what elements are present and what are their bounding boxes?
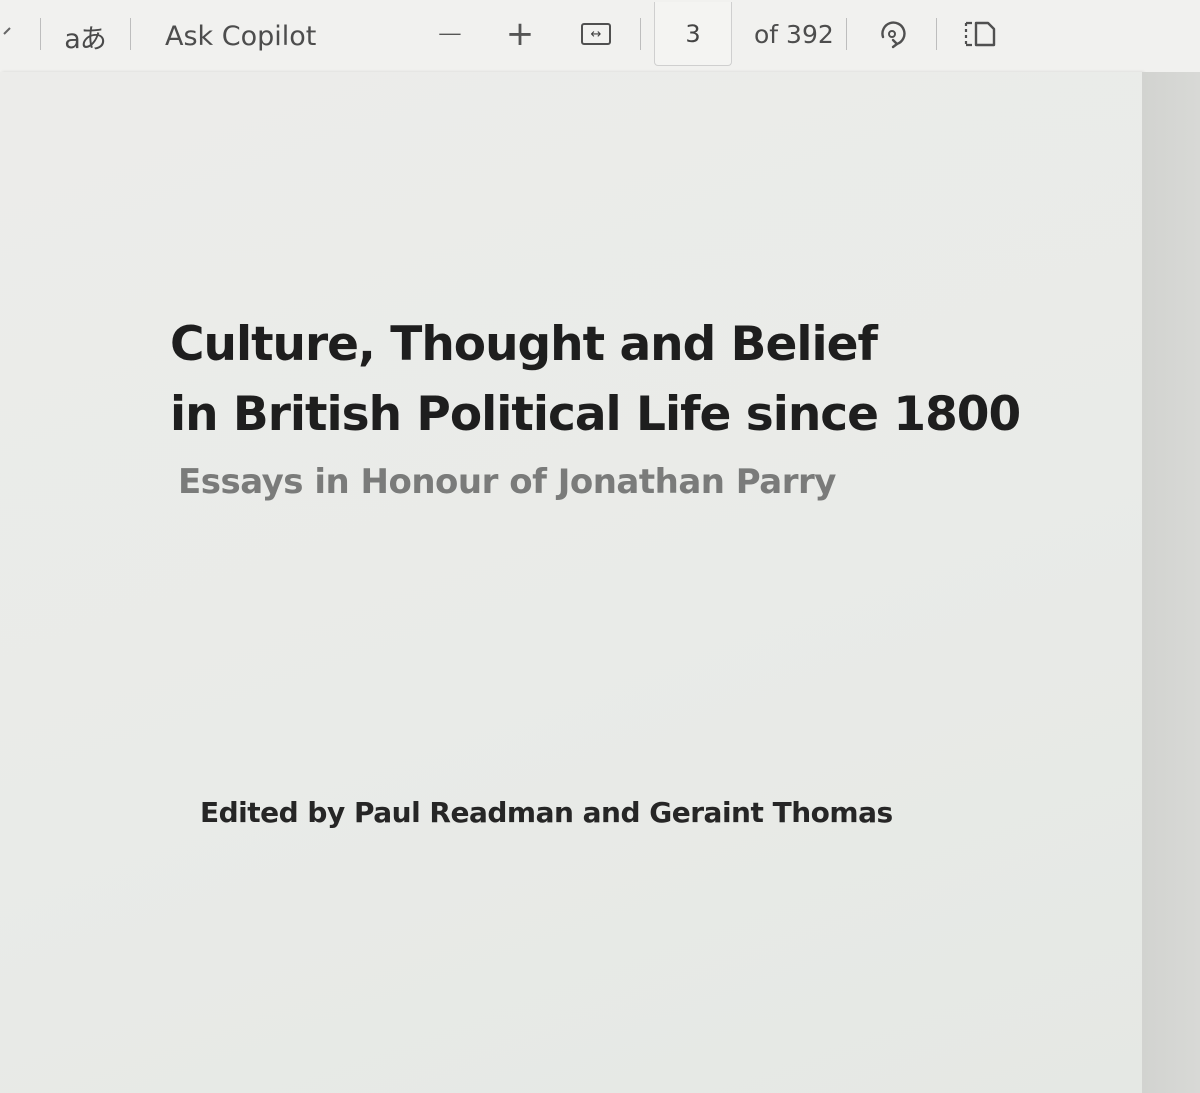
toolbar-divider xyxy=(640,18,641,50)
toolbar-divider xyxy=(936,18,937,50)
toolbar-divider xyxy=(846,18,847,50)
page-total-text: of 392 xyxy=(754,19,834,49)
book-title-line-1: Culture, Thought and Belief xyxy=(170,317,878,372)
book-subtitle: Essays in Honour of Jonathan Parry xyxy=(178,462,836,502)
toolbar-divider xyxy=(130,18,131,50)
book-title: Culture, Thought and Belief in British P… xyxy=(170,310,1030,450)
page-total-label: of 392 xyxy=(754,16,834,52)
book-title-line-2: in British Political Life since 1800 xyxy=(170,387,1021,442)
read-aloud-icon: aあ xyxy=(64,23,107,55)
page-view-icon xyxy=(964,21,996,47)
zoom-out-button[interactable]: − xyxy=(432,12,468,56)
chevron-left-svg xyxy=(3,27,11,35)
ask-copilot-label: Ask Copilot xyxy=(165,20,317,52)
page-view-button[interactable] xyxy=(960,16,1000,52)
read-aloud-button[interactable]: aあ xyxy=(62,16,108,56)
zoom-in-button[interactable]: + xyxy=(502,12,538,56)
pdf-viewer: aあ Ask Copilot − + ↔ of 392 xyxy=(0,0,1200,1093)
fit-to-width-glyph: ↔ xyxy=(590,26,602,42)
fit-to-width-icon: ↔ xyxy=(581,23,611,45)
minus-icon: − xyxy=(435,14,465,54)
book-editors: Edited by Paul Readman and Geraint Thoma… xyxy=(200,796,893,829)
rotate-icon xyxy=(881,21,906,49)
page-number-input[interactable] xyxy=(654,2,732,66)
chevron-left-icon[interactable] xyxy=(0,22,14,46)
ask-copilot-button[interactable]: Ask Copilot xyxy=(165,16,316,56)
fit-to-width-button[interactable]: ↔ xyxy=(578,20,614,48)
plus-icon: + xyxy=(505,14,535,54)
viewer-background xyxy=(1142,72,1200,1093)
rotate-button[interactable] xyxy=(872,14,912,54)
pdf-toolbar: aあ Ask Copilot − + ↔ of 392 xyxy=(0,0,1200,72)
document-page: Culture, Thought and Belief in British P… xyxy=(0,72,1142,1093)
toolbar-divider xyxy=(40,18,41,50)
